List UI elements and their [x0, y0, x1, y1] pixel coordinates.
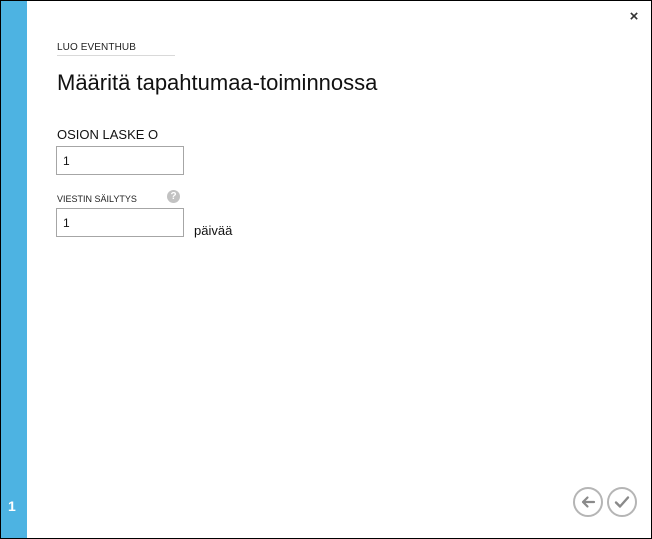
create-eventhub-dialog: 1 × LUO EVENTHUB Määritä tapahtumaa-toim… [0, 0, 652, 539]
partition-count-label: OSION LASKE O [57, 127, 159, 142]
checkmark-icon [614, 496, 630, 508]
confirm-button[interactable] [607, 487, 637, 517]
message-retention-label: VIESTIN SÄILYTYS [57, 194, 137, 204]
help-icon[interactable]: ? [167, 190, 180, 203]
wizard-name: LUO EVENTHUB [57, 42, 175, 56]
retention-unit-label: päivää [194, 223, 233, 238]
wizard-step-rail: 1 [1, 1, 27, 538]
page-title: Määritä tapahtumaa-toiminnossa [57, 70, 378, 95]
message-retention-input[interactable] [56, 208, 184, 237]
close-button[interactable]: × [627, 9, 641, 24]
arrow-left-icon [581, 496, 596, 508]
partition-count-input[interactable] [56, 146, 184, 175]
step-number: 1 [8, 498, 16, 514]
back-button[interactable] [573, 487, 603, 517]
